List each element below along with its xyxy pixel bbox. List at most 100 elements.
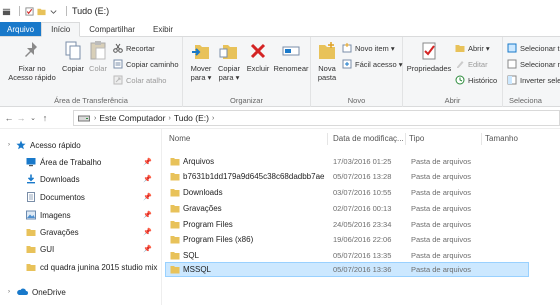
new-folder-quick-icon[interactable]	[37, 7, 46, 16]
document-icon	[27, 192, 35, 202]
edit-button[interactable]: Editar	[455, 59, 488, 69]
delete-x-icon	[250, 43, 266, 59]
breadcrumb-chevron-icon[interactable]: ›	[169, 115, 171, 122]
tab-inicio[interactable]: Início	[41, 22, 81, 37]
forward-arrow-icon[interactable]: →	[15, 113, 27, 123]
file-list: Nome Data de modificaç... Tipo Tamanho A…	[163, 129, 560, 305]
column-header-type[interactable]: Tipo	[409, 134, 424, 143]
file-row[interactable]: Downloads 03/07/2016 10:55 Pasta de arqu…	[165, 185, 529, 200]
file-type: Pasta de arquivos	[411, 204, 472, 213]
copy-path-button[interactable]: Copiar caminho	[113, 59, 179, 69]
scissors-icon	[113, 43, 123, 53]
history-label: Histórico	[468, 75, 498, 85]
column-header-size[interactable]: Tamanho	[485, 134, 518, 143]
move-to-label-1: Mover	[190, 64, 212, 73]
file-row[interactable]: Program Files (x86) 19/06/2016 22:06 Pas…	[165, 232, 529, 247]
edit-label: Editar	[468, 59, 488, 69]
copy-to-button[interactable]: Copiar para ▾	[215, 40, 243, 82]
new-group-label: Novo	[347, 96, 366, 105]
tab-compartilhar[interactable]: Compartilhar	[80, 22, 144, 36]
paste-shortcut-label: Colar atalho	[126, 75, 167, 85]
customize-qat-icon[interactable]	[49, 7, 58, 16]
breadcrumb-this-pc[interactable]: Este Computador	[99, 113, 165, 123]
up-arrow-icon[interactable]: ↑	[39, 113, 51, 123]
rename-button[interactable]: Renomear	[273, 40, 309, 73]
pin-icon[interactable]: 📌	[143, 228, 152, 236]
select-all-button[interactable]: Selecionar t	[507, 43, 560, 53]
copy-to-icon	[219, 45, 237, 59]
breadcrumb-chevron-icon[interactable]: ›	[212, 115, 214, 122]
move-to-button[interactable]: Mover para ▾	[187, 40, 215, 82]
select-none-label: Selecionar n	[520, 59, 560, 69]
nav-item-downloads[interactable]: Downloads 📌	[0, 172, 160, 186]
nav-item-desktop[interactable]: Área de Trabalho 📌	[0, 155, 160, 169]
file-row[interactable]: Program Files 24/05/2016 23:34 Pasta de …	[165, 217, 529, 232]
column-header-date[interactable]: Data de modificaç...	[333, 134, 404, 143]
nav-label-downloads: Downloads	[40, 174, 80, 184]
file-type: Pasta de arquivos	[411, 188, 472, 197]
pin-quick-access-button[interactable]: Fixar no Acesso rápido	[6, 40, 58, 82]
new-item-button[interactable]: Novo item ▾	[342, 43, 395, 53]
address-box[interactable]: › Este Computador › Tudo (E:) ›	[73, 110, 560, 126]
new-folder-label-1: Nova	[318, 64, 336, 73]
folder-icon	[170, 205, 180, 213]
column-divider[interactable]	[405, 133, 406, 145]
pin-icon[interactable]: 📌	[143, 158, 152, 166]
select-none-button[interactable]: Selecionar n	[507, 59, 560, 69]
invert-selection-icon	[507, 75, 517, 85]
recent-locations-chevron-icon[interactable]: ⌄	[27, 114, 39, 122]
copy-button[interactable]: Copiar	[60, 40, 86, 73]
nav-label-documents: Documentos	[40, 192, 85, 202]
paste-button[interactable]: Colar	[86, 40, 110, 73]
paste-shortcut-button[interactable]: Colar atalho	[113, 75, 166, 85]
invert-selection-button[interactable]: Inverter sele	[507, 75, 560, 85]
tab-arquivo[interactable]: Arquivo	[0, 22, 42, 36]
file-type: Pasta de arquivos	[411, 265, 472, 274]
cut-label: Recortar	[126, 43, 155, 53]
file-row[interactable]: SQL 05/07/2016 13:35 Pasta de arquivos	[165, 248, 529, 263]
file-row-selected[interactable]: MSSQL 05/07/2016 13:36 Pasta de arquivos	[165, 262, 529, 277]
history-button[interactable]: Histórico	[455, 75, 497, 85]
pin-icon[interactable]: 📌	[143, 245, 152, 253]
back-arrow-icon[interactable]: ←	[3, 113, 15, 123]
copy-label: Copiar	[61, 64, 85, 73]
expand-chevron-icon[interactable]: ›	[8, 142, 10, 148]
properties-button[interactable]: Propriedades	[406, 40, 452, 73]
file-row[interactable]: b7631b1dd179a9d645c38c68dadbb7ae 05/07/2…	[165, 169, 529, 184]
nav-item-gravacoes[interactable]: Gravações 📌	[0, 225, 160, 239]
pin-icon[interactable]: 📌	[143, 211, 152, 219]
new-folder-button[interactable]: Nova pasta	[314, 40, 340, 82]
nav-item-gui[interactable]: GUI 📌	[0, 242, 160, 256]
column-divider[interactable]	[481, 133, 482, 145]
column-divider[interactable]	[327, 133, 328, 145]
properties-quick-icon[interactable]	[25, 6, 34, 16]
file-row[interactable]: Gravações 02/07/2016 00:13 Pasta de arqu…	[165, 201, 529, 216]
nav-item-onedrive[interactable]: › OneDrive	[0, 285, 160, 299]
expand-chevron-icon[interactable]: ›	[8, 289, 10, 295]
nav-label-desktop: Área de Trabalho	[40, 157, 102, 167]
window-menu-icon[interactable]	[2, 7, 11, 16]
breadcrumb-drive[interactable]: Tudo (E:)	[174, 113, 209, 123]
nav-item-documents[interactable]: Documentos 📌	[0, 190, 160, 204]
delete-label: Excluir	[246, 64, 270, 73]
nav-item-cd-quadra-junina[interactable]: cd quadra junina 2015 studio mix p	[0, 260, 160, 274]
tab-exibir[interactable]: Exibir	[144, 22, 182, 36]
folder-icon	[26, 264, 36, 271]
select-all-icon	[507, 43, 517, 53]
new-folder-icon	[319, 42, 335, 59]
column-header-name[interactable]: Nome	[169, 134, 190, 143]
breadcrumb-chevron-icon[interactable]: ›	[94, 115, 96, 122]
organize-group: Mover para ▾ Copiar para ▾ Excluir Renom…	[183, 37, 311, 107]
cut-button[interactable]: Recortar	[113, 43, 155, 53]
easy-access-button[interactable]: Fácil acesso ▾	[342, 59, 403, 69]
pin-icon[interactable]: 📌	[143, 175, 152, 183]
delete-button[interactable]: Excluir	[244, 40, 272, 73]
pin-icon[interactable]: 📌	[143, 193, 152, 201]
nav-item-quick-access[interactable]: › Acesso rápido	[0, 138, 160, 152]
folder-icon	[170, 189, 180, 197]
file-row[interactable]: Arquivos 17/03/2016 01:25 Pasta de arqui…	[165, 154, 529, 169]
open-button[interactable]: Abrir ▾	[455, 43, 490, 53]
file-name: Program Files (x86)	[183, 235, 254, 244]
file-name: b7631b1dd179a9d645c38c68dadbb7ae	[183, 172, 325, 181]
nav-item-images[interactable]: Imagens 📌	[0, 208, 160, 222]
